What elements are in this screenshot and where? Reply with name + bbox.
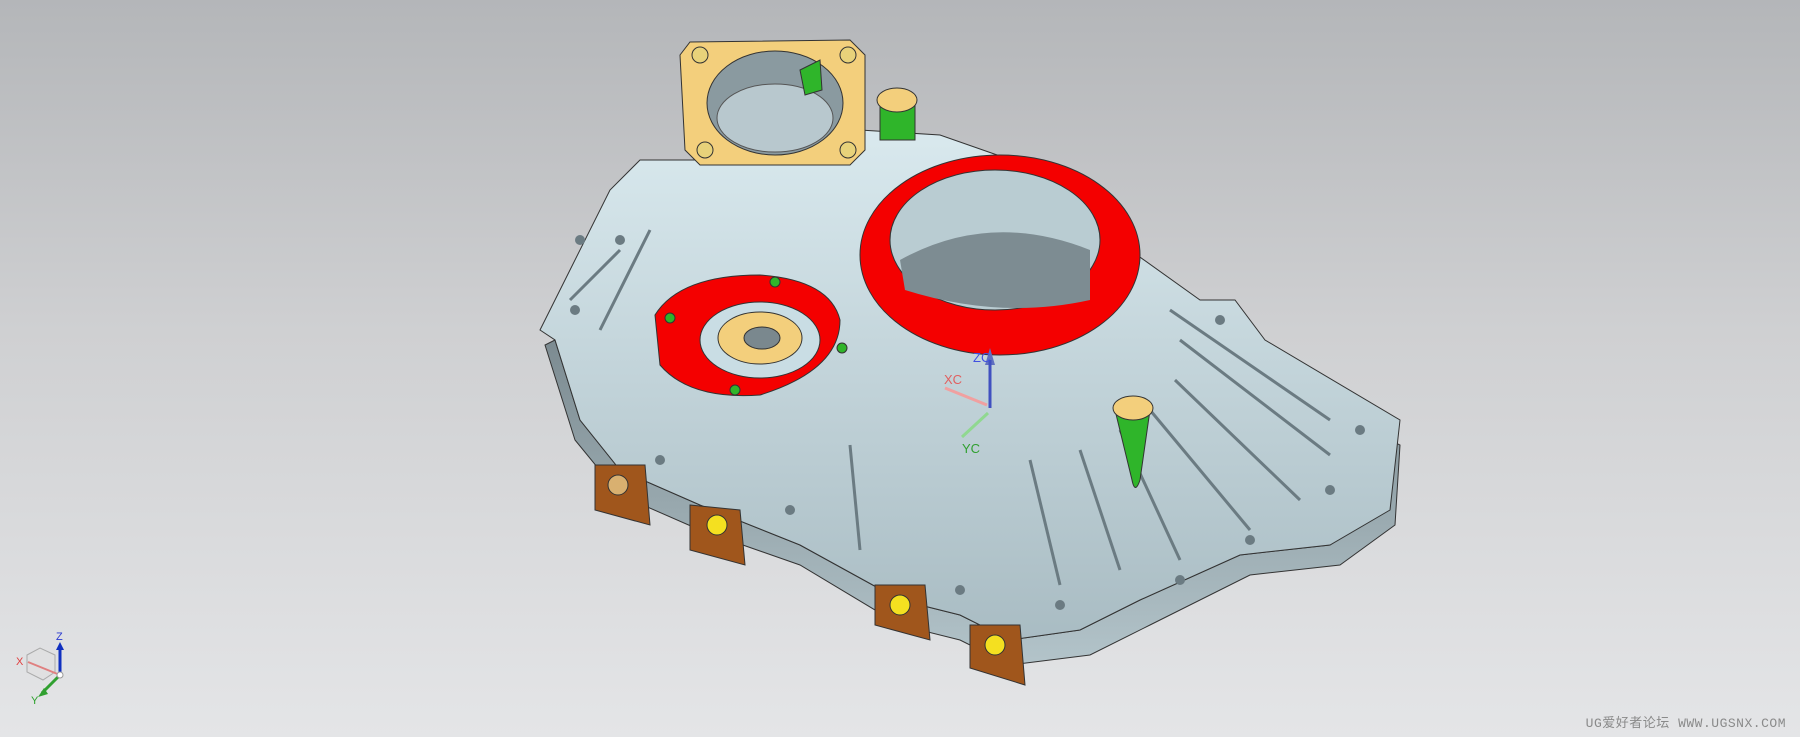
triad-z-label: Z	[56, 631, 63, 643]
triad-z-arrowhead	[56, 642, 64, 650]
wcs-y-label: YC	[962, 441, 980, 456]
wcs-z-label: ZC	[973, 350, 990, 365]
housing-model[interactable]	[539, 39, 1401, 686]
triad-origin	[56, 671, 64, 679]
bearing-bore	[743, 326, 781, 350]
watermark: UG爱好者论坛 WWW.UGSNX.COM	[1585, 716, 1786, 731]
triad-x-label: X	[16, 656, 24, 668]
wcs-x-label: XC	[944, 372, 962, 387]
view-triad[interactable]: X Z Y	[16, 631, 64, 707]
yellow-post-top	[1112, 395, 1154, 421]
flange-bore-floor	[716, 83, 834, 153]
yellow-boss	[876, 87, 918, 113]
graphics-viewport[interactable]: ZC XC YC X Z Y	[0, 0, 1800, 737]
triad-y-label: Y	[31, 695, 39, 707]
